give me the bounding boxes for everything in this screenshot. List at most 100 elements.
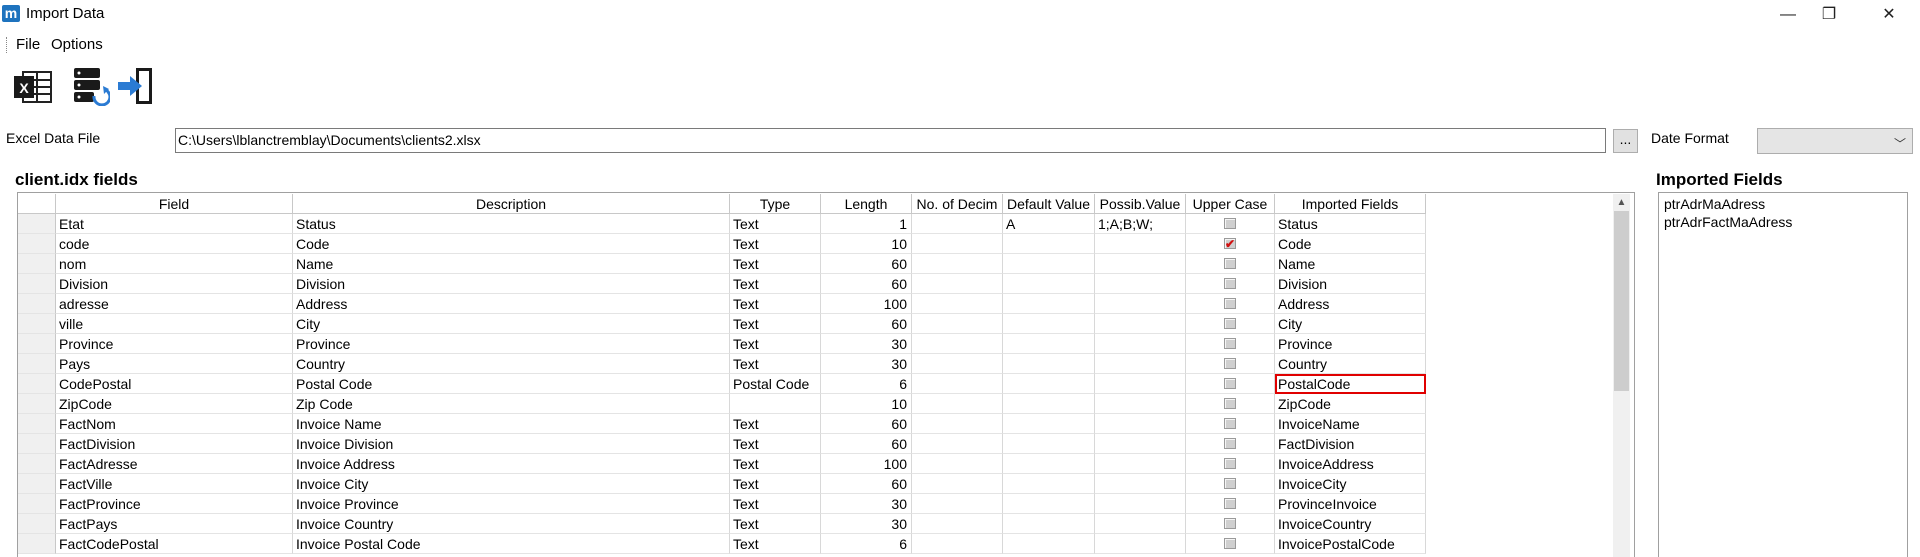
- cell-field[interactable]: FactDivision: [56, 434, 293, 454]
- row-selector[interactable]: [18, 374, 56, 394]
- cell-type[interactable]: Text: [730, 514, 821, 534]
- excel-icon[interactable]: X: [13, 66, 53, 106]
- checkbox-icon[interactable]: [1224, 437, 1236, 449]
- cell-upper-case[interactable]: [1186, 314, 1275, 334]
- checkbox-icon[interactable]: [1224, 397, 1236, 409]
- cell-default-value[interactable]: [1003, 294, 1095, 314]
- cell-decimals[interactable]: [912, 474, 1003, 494]
- column-header-decimals[interactable]: No. of Decim: [912, 194, 1003, 214]
- cell-length[interactable]: 60: [821, 474, 912, 494]
- column-header-imported-fields[interactable]: Imported Fields: [1275, 194, 1426, 214]
- row-selector[interactable]: [18, 434, 56, 454]
- row-selector[interactable]: [18, 254, 56, 274]
- table-row[interactable]: adresse Address Text 100 Address: [18, 294, 1428, 314]
- cell-possible-value[interactable]: [1095, 474, 1186, 494]
- database-sync-icon[interactable]: [70, 66, 112, 107]
- cell-type[interactable]: Text: [730, 434, 821, 454]
- cell-default-value[interactable]: [1003, 234, 1095, 254]
- cell-possible-value[interactable]: [1095, 334, 1186, 354]
- cell-possible-value[interactable]: [1095, 234, 1186, 254]
- cell-possible-value[interactable]: [1095, 434, 1186, 454]
- cell-default-value[interactable]: [1003, 474, 1095, 494]
- checkbox-icon[interactable]: [1224, 497, 1236, 509]
- table-row[interactable]: Etat Status Text 1 A 1;A;B;W; Status: [18, 214, 1428, 234]
- checkbox-icon[interactable]: [1224, 517, 1236, 529]
- table-row[interactable]: nom Name Text 60 Name: [18, 254, 1428, 274]
- list-item[interactable]: ptrAdrMaAdress: [1664, 195, 1902, 213]
- cell-type[interactable]: Text: [730, 254, 821, 274]
- row-selector[interactable]: [18, 494, 56, 514]
- cell-length[interactable]: 60: [821, 254, 912, 274]
- scrollbar-thumb[interactable]: [1614, 211, 1629, 391]
- table-row[interactable]: ZipCode Zip Code 10 ZipCode: [18, 394, 1428, 414]
- cell-upper-case[interactable]: [1186, 414, 1275, 434]
- cell-default-value[interactable]: [1003, 534, 1095, 554]
- cell-description[interactable]: Division: [293, 274, 730, 294]
- cell-length[interactable]: 60: [821, 414, 912, 434]
- cell-description[interactable]: Invoice Address: [293, 454, 730, 474]
- import-exit-icon[interactable]: [116, 66, 156, 106]
- cell-type[interactable]: [730, 394, 821, 414]
- cell-imported-field[interactable]: ProvinceInvoice: [1275, 494, 1426, 514]
- cell-type[interactable]: Text: [730, 274, 821, 294]
- cell-length[interactable]: 30: [821, 354, 912, 374]
- cell-decimals[interactable]: [912, 494, 1003, 514]
- row-selector[interactable]: [18, 474, 56, 494]
- column-header-description[interactable]: Description: [293, 194, 730, 214]
- cell-possible-value[interactable]: [1095, 534, 1186, 554]
- cell-possible-value[interactable]: [1095, 354, 1186, 374]
- cell-length[interactable]: 100: [821, 454, 912, 474]
- checkbox-icon[interactable]: [1224, 357, 1236, 369]
- cell-length[interactable]: 6: [821, 534, 912, 554]
- cell-default-value[interactable]: [1003, 274, 1095, 294]
- cell-upper-case[interactable]: [1186, 494, 1275, 514]
- cell-possible-value[interactable]: [1095, 314, 1186, 334]
- cell-upper-case[interactable]: [1186, 374, 1275, 394]
- cell-possible-value[interactable]: [1095, 514, 1186, 534]
- cell-default-value[interactable]: [1003, 454, 1095, 474]
- checkbox-icon[interactable]: [1224, 317, 1236, 329]
- cell-field[interactable]: Division: [56, 274, 293, 294]
- cell-type[interactable]: Text: [730, 354, 821, 374]
- cell-possible-value[interactable]: [1095, 294, 1186, 314]
- cell-field[interactable]: nom: [56, 254, 293, 274]
- checkbox-icon[interactable]: [1224, 537, 1236, 549]
- cell-description[interactable]: Invoice Postal Code: [293, 534, 730, 554]
- column-header-length[interactable]: Length: [821, 194, 912, 214]
- cell-upper-case[interactable]: [1186, 514, 1275, 534]
- cell-type[interactable]: Text: [730, 414, 821, 434]
- checkbox-checked-icon[interactable]: [1224, 234, 1236, 253]
- row-selector[interactable]: [18, 294, 56, 314]
- cell-decimals[interactable]: [912, 414, 1003, 434]
- cell-decimals[interactable]: [912, 294, 1003, 314]
- table-row[interactable]: FactNom Invoice Name Text 60 InvoiceName: [18, 414, 1428, 434]
- cell-field[interactable]: ZipCode: [56, 394, 293, 414]
- column-header-type[interactable]: Type: [730, 194, 821, 214]
- grid-vertical-scrollbar[interactable]: ▲: [1613, 194, 1630, 557]
- cell-imported-field[interactable]: Name: [1275, 254, 1426, 274]
- cell-decimals[interactable]: [912, 394, 1003, 414]
- cell-length[interactable]: 30: [821, 514, 912, 534]
- cell-type[interactable]: Text: [730, 334, 821, 354]
- cell-description[interactable]: City: [293, 314, 730, 334]
- column-header-possible-value[interactable]: Possib.Value: [1095, 194, 1186, 214]
- row-selector[interactable]: [18, 274, 56, 294]
- cell-description[interactable]: Address: [293, 294, 730, 314]
- cell-possible-value[interactable]: [1095, 414, 1186, 434]
- table-row[interactable]: Pays Country Text 30 Country: [18, 354, 1428, 374]
- checkbox-icon[interactable]: [1224, 417, 1236, 429]
- minimize-button[interactable]: —: [1765, 2, 1811, 28]
- row-selector[interactable]: [18, 314, 56, 334]
- cell-description[interactable]: Postal Code: [293, 374, 730, 394]
- cell-description[interactable]: Zip Code: [293, 394, 730, 414]
- cell-field[interactable]: FactPays: [56, 514, 293, 534]
- cell-decimals[interactable]: [912, 314, 1003, 334]
- cell-default-value[interactable]: [1003, 434, 1095, 454]
- cell-upper-case[interactable]: [1186, 274, 1275, 294]
- cell-decimals[interactable]: [912, 334, 1003, 354]
- checkbox-icon[interactable]: [1224, 377, 1236, 389]
- cell-field[interactable]: FactCodePostal: [56, 534, 293, 554]
- cell-description[interactable]: Country: [293, 354, 730, 374]
- cell-type[interactable]: Text: [730, 314, 821, 334]
- cell-field[interactable]: Province: [56, 334, 293, 354]
